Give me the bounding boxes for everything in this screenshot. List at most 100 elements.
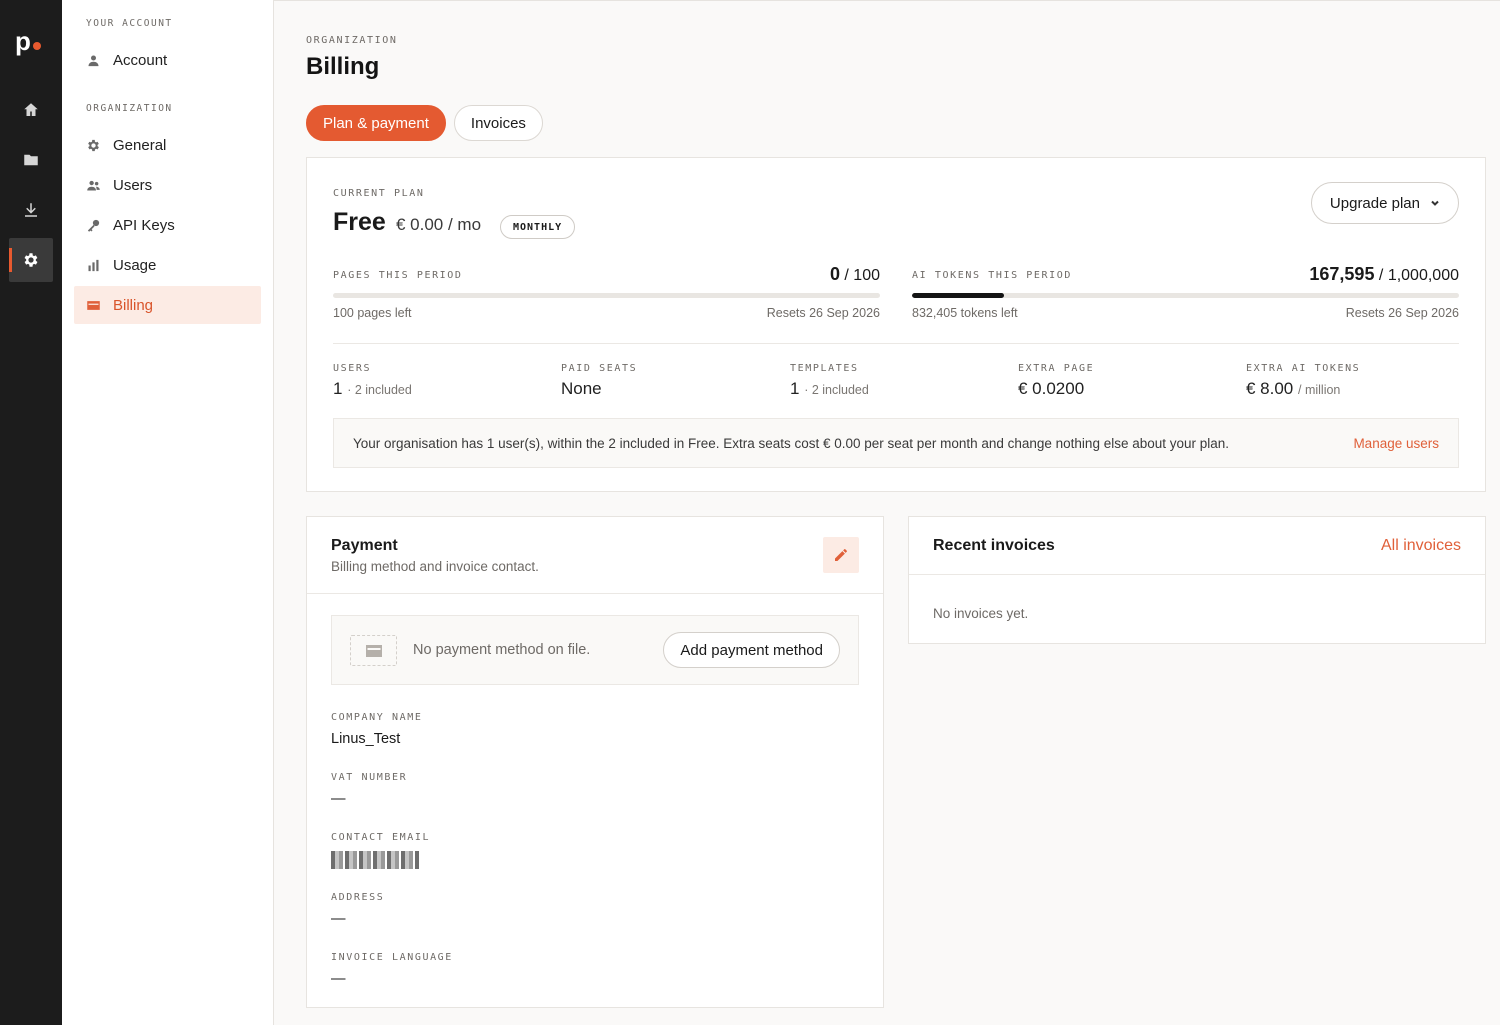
field-label: VAT NUMBER — [331, 772, 408, 783]
tokens-limit: / 1,000,000 — [1378, 267, 1459, 284]
sidebar-item-billing[interactable]: Billing — [74, 286, 261, 324]
folder-icon[interactable] — [9, 138, 53, 182]
no-payment-method-text: No payment method on file. — [413, 642, 591, 658]
payment-card: Payment Billing method and invoice conta… — [306, 516, 884, 1008]
add-payment-method-button[interactable]: Add payment method — [663, 632, 840, 668]
home-icon[interactable] — [9, 88, 53, 132]
sidebar-item-label: Users — [113, 176, 153, 194]
payment-header: Payment Billing method and invoice conta… — [307, 517, 883, 594]
current-plan-card: CURRENT PLAN Free € 0.00 / mo MONTHLY Up… — [306, 157, 1486, 492]
plan-name: Free — [333, 208, 386, 236]
sidebar-item-label: General — [113, 136, 167, 154]
settings-icon[interactable] — [9, 238, 53, 282]
field-value: — — [331, 911, 346, 927]
stat-label: TEMPLATES — [790, 363, 859, 374]
field-contact-email: CONTACT EMAIL — [331, 827, 430, 873]
users-icon — [87, 180, 100, 190]
stat-label: EXTRA AI TOKENS — [1246, 363, 1361, 374]
card-placeholder-icon — [350, 635, 397, 666]
stat-users: USERS 1 · 2 included — [333, 363, 412, 399]
tab-invoices[interactable]: Invoices — [453, 105, 543, 141]
plan-price: € 0.00 / mo — [396, 215, 482, 234]
sidebar-item-label: Account — [113, 51, 168, 69]
invoices-title: Recent invoices — [933, 537, 1055, 554]
tokens-reset: Resets 26 Sep 2026 — [1345, 306, 1459, 320]
stat-extra-ai-tokens: EXTRA AI TOKENS € 8.00 / million — [1246, 363, 1360, 399]
chevron-down-icon — [1431, 200, 1439, 206]
upgrade-plan-button[interactable]: Upgrade plan — [1310, 182, 1459, 224]
seats-notice-text: Your organisation has 1 user(s), within … — [353, 435, 1230, 451]
pencil-icon — [835, 549, 847, 561]
payment-subtitle: Billing method and invoice contact. — [331, 559, 539, 574]
sidebar-item-usage[interactable]: Usage — [74, 246, 261, 284]
person-icon — [88, 55, 99, 66]
tab-plan-payment[interactable]: Plan & payment — [306, 105, 446, 141]
tokens-left: 832,405 tokens left — [912, 306, 1018, 320]
settings-sidebar: YOUR ACCOUNT Account ORGANIZATION Genera… — [62, 0, 274, 1025]
stat-paid-seats: PAID SEATS None — [561, 363, 637, 399]
plan-divider — [333, 343, 1459, 344]
main-content: ORGANIZATION Billing Plan & payment Invo… — [274, 0, 1500, 1025]
stat-templates: TEMPLATES 1 · 2 included — [790, 363, 869, 399]
download-icon[interactable] — [9, 188, 53, 232]
stat-value: 1 · 2 included — [333, 379, 412, 398]
payment-title: Payment — [331, 537, 398, 554]
sidebar-item-users[interactable]: Users — [74, 166, 261, 204]
tokens-progress-bar — [912, 293, 1459, 298]
app-logo[interactable]: p — [15, 28, 41, 54]
field-label: CONTACT EMAIL — [331, 832, 431, 843]
invoices-header: Recent invoices All invoices — [909, 517, 1485, 575]
credit-card-icon — [87, 300, 100, 310]
current-plan-label: CURRENT PLAN — [333, 188, 425, 199]
field-value: — — [331, 971, 346, 987]
field-value — [331, 851, 430, 873]
sidebar-item-account[interactable]: Account — [74, 41, 261, 79]
field-value: Linus_Test — [331, 731, 401, 747]
app-rail: p — [0, 0, 62, 1025]
stat-value: None — [561, 379, 602, 398]
sidebar-section-your-account: YOUR ACCOUNT — [86, 18, 173, 29]
field-vat-number: VAT NUMBER — — [331, 767, 407, 807]
page-eyebrow: ORGANIZATION — [306, 35, 398, 46]
page-title: Billing — [306, 53, 380, 80]
pages-progress-bar — [333, 293, 880, 298]
no-invoices-text: No invoices yet. — [933, 606, 1029, 621]
sidebar-item-label: Billing — [113, 296, 154, 314]
pages-limit: / 100 — [844, 267, 880, 284]
key-icon — [87, 219, 100, 232]
field-value: — — [331, 791, 346, 807]
sidebar-item-general[interactable]: General — [74, 126, 261, 164]
stat-label: USERS — [333, 363, 372, 374]
bar-chart-icon — [88, 259, 99, 271]
recent-invoices-card: Recent invoices All invoices No invoices… — [908, 516, 1486, 644]
pages-used: 0 — [829, 264, 840, 284]
tokens-meter-value: 167,595 / 1,000,000 — [1309, 264, 1459, 285]
upgrade-plan-label: Upgrade plan — [1329, 194, 1420, 212]
gear-icon — [88, 139, 99, 151]
field-label: INVOICE LANGUAGE — [331, 952, 453, 963]
all-invoices-link[interactable]: All invoices — [1381, 537, 1461, 555]
pages-meter-value: 0 / 100 — [830, 264, 880, 285]
field-invoice-language: INVOICE LANGUAGE — — [331, 947, 453, 987]
pages-meter-label: PAGES THIS PERIOD — [333, 270, 463, 281]
payment-method-box: No payment method on file. Add payment m… — [331, 615, 859, 685]
stat-value: € 0.0200 — [1018, 379, 1085, 398]
seats-notice: Your organisation has 1 user(s), within … — [333, 418, 1459, 468]
pages-reset: Resets 26 Sep 2026 — [766, 306, 880, 320]
manage-users-link[interactable]: Manage users — [1353, 436, 1439, 451]
stat-value: € 8.00 / million — [1246, 379, 1341, 398]
sidebar-section-organization: ORGANIZATION — [86, 103, 173, 114]
stat-label: EXTRA PAGE — [1018, 363, 1095, 374]
sidebar-item-api-keys[interactable]: API Keys — [74, 206, 261, 244]
edit-payment-button[interactable] — [823, 537, 859, 573]
pages-left: 100 pages left — [333, 306, 412, 320]
field-label: COMPANY NAME — [331, 712, 423, 723]
sidebar-item-label: Usage — [113, 256, 157, 274]
tokens-meter-label: AI TOKENS THIS PERIOD — [912, 270, 1073, 281]
field-address: ADDRESS — — [331, 887, 384, 927]
sidebar-item-label: API Keys — [113, 216, 175, 234]
billing-cycle-badge: MONTHLY — [500, 215, 576, 239]
billing-tabs: Plan & payment Invoices — [306, 105, 543, 141]
stat-value: 1 · 2 included — [790, 379, 869, 398]
field-company-name: COMPANY NAME Linus_Test — [331, 707, 422, 747]
